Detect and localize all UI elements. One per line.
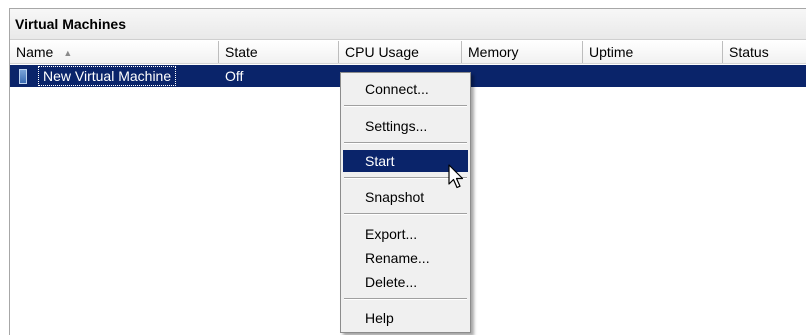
menu-separator (344, 142, 467, 144)
vm-state-cell: Off (225, 68, 244, 84)
column-header-state[interactable]: State (219, 41, 339, 63)
menu-item-connect[interactable]: Connect... (343, 78, 468, 100)
menu-item-settings[interactable]: Settings... (343, 115, 468, 137)
sort-ascending-icon: ▲ (63, 48, 73, 59)
menu-separator (344, 298, 467, 300)
menu-separator (344, 105, 467, 107)
menu-item-help[interactable]: Help (343, 307, 468, 329)
menu-item-delete[interactable]: Delete... (343, 271, 468, 293)
column-header-memory[interactable]: Memory (462, 41, 583, 63)
vm-name-cell: New Virtual Machine (38, 66, 177, 86)
column-header-name[interactable]: Name ▲ (10, 41, 219, 63)
panel-title: Virtual Machines (10, 9, 806, 40)
column-header-uptime[interactable]: Uptime (583, 41, 723, 63)
mouse-cursor-icon (448, 164, 464, 189)
context-menu: Connect... Settings... Start Snapshot Ex… (340, 72, 471, 333)
column-header-cpu-usage[interactable]: CPU Usage (339, 41, 462, 63)
column-header-row: Name ▲ State CPU Usage Memory Uptime Stat… (10, 41, 806, 64)
menu-separator (344, 213, 467, 215)
virtual-machine-icon (19, 69, 27, 84)
menu-item-rename[interactable]: Rename... (343, 247, 468, 269)
menu-item-export[interactable]: Export... (343, 223, 468, 245)
column-header-status[interactable]: Status (723, 41, 806, 63)
